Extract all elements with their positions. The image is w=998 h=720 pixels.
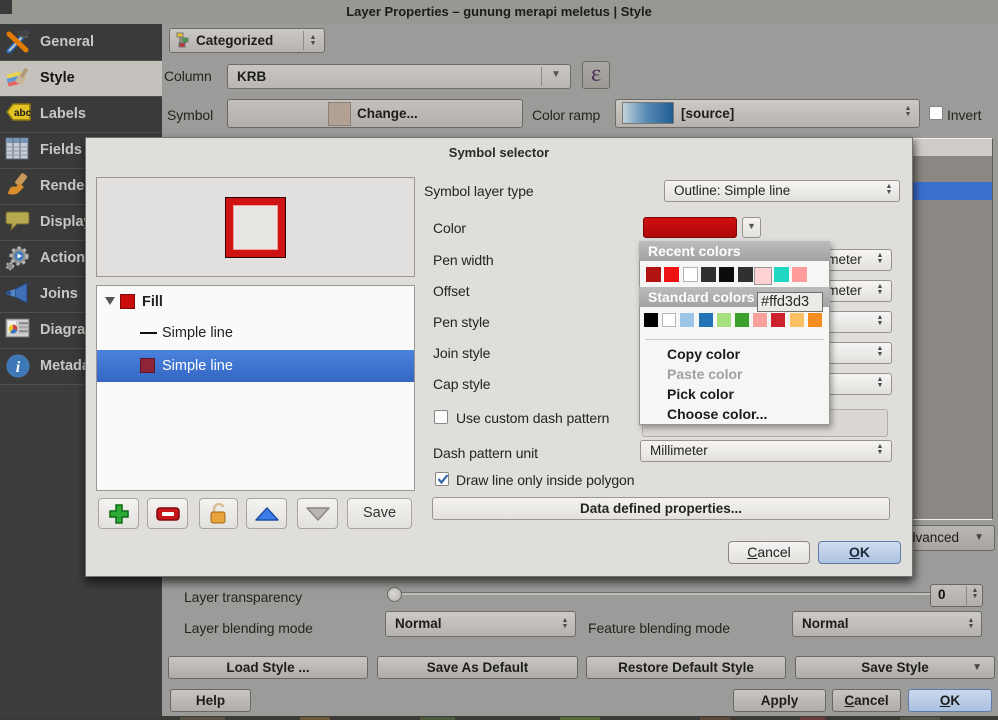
svg-text:i: i [16,359,21,376]
svg-text:abc: abc [14,108,32,119]
